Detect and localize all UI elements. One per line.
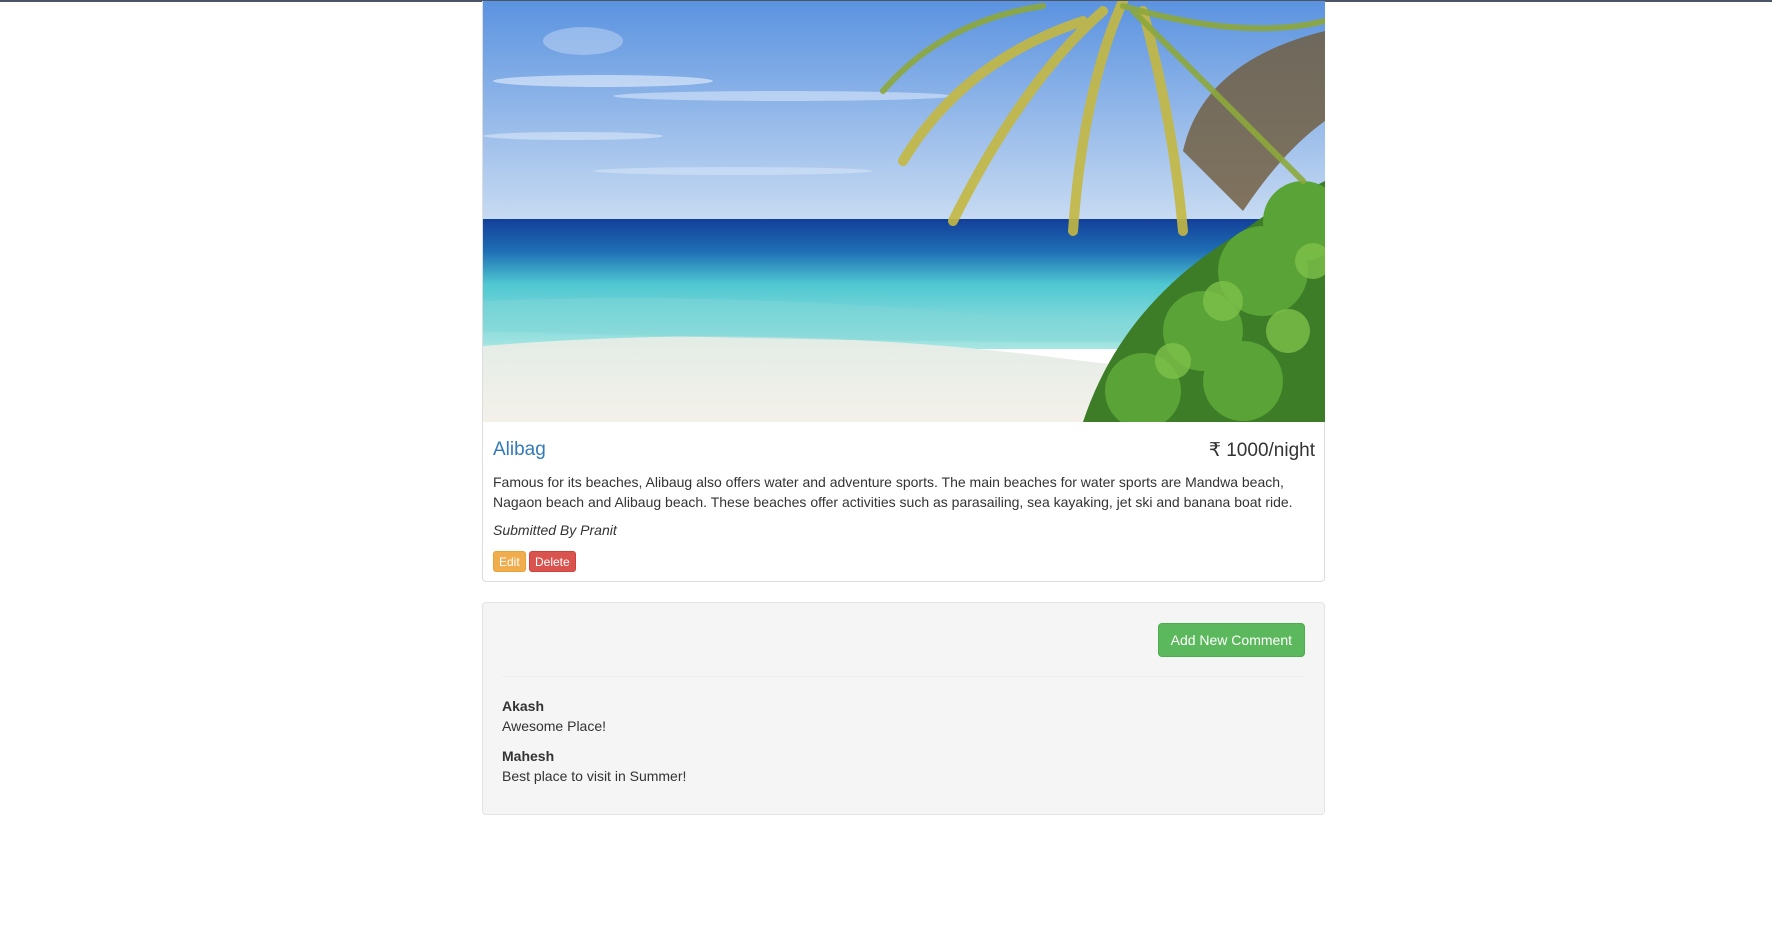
comment-text: Awesome Place! [502,718,607,734]
submitted-by: Submitted By Pranit [493,522,617,538]
comments-divider [502,676,1305,677]
delete-button[interactable]: Delete [529,551,576,572]
comment-author: Akash [502,698,545,714]
campground-description: Famous for its beaches, Alibaug also off… [493,474,1293,510]
comments-well: Add New Comment Akash Awesome Place! Mah… [482,602,1325,815]
comment-author: Mahesh [502,748,555,764]
comment-item: Mahesh Best place to visit in Summer! [502,746,686,786]
campground-caption: Alibag ₹ 1000/night Famous for its beach… [483,422,1324,581]
campground-name-link[interactable]: Alibag [493,439,546,461]
add-new-comment-button[interactable]: Add New Comment [1157,623,1305,657]
campground-photo [483,1,1325,422]
edit-button[interactable]: Edit [493,551,526,572]
campground-price: ₹ 1000/night [1208,440,1315,461]
campground-card: Alibag ₹ 1000/night Famous for its beach… [482,1,1325,582]
comment-text: Best place to visit in Summer! [502,768,687,784]
comment-item: Akash Awesome Place! [502,696,606,736]
